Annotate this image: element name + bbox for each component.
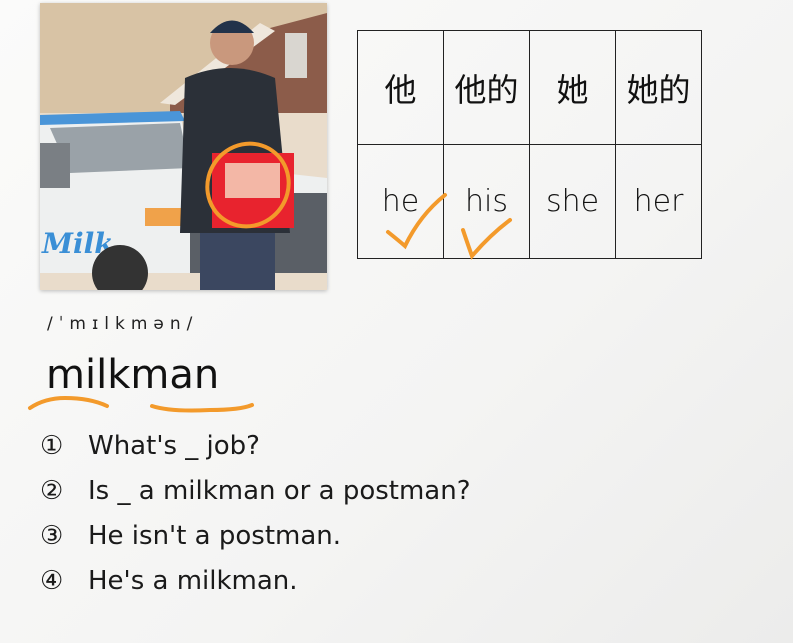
item-number: ②: [40, 476, 64, 506]
sentence-list: ① What's _ job? ② Is _ a milkman or a post…: [40, 424, 471, 604]
table-cell: 她: [529, 30, 616, 145]
table-cell: 他的: [443, 30, 530, 145]
list-item: ② Is _ a milkman or a postman?: [40, 469, 471, 514]
item-number: ③: [40, 521, 64, 551]
pronoun-table: 他 他的 她 她的 he his she her: [357, 30, 702, 259]
table-cell: 她的: [615, 30, 702, 145]
milkman-photo: Milk: [40, 3, 327, 290]
list-item: ④ He's a milkman.: [40, 559, 471, 604]
table-cell: her: [615, 144, 702, 259]
table-cell: 他: [357, 30, 444, 145]
chinese-row: 他 他的 她 她的: [357, 30, 702, 145]
table-cell: she: [529, 144, 616, 259]
item-number: ④: [40, 566, 64, 596]
sentence-text: He's a milkman.: [88, 566, 298, 596]
phonetic-transcription: /ˈmɪlkmən/: [47, 314, 199, 334]
sentence-text: What's _ job?: [88, 431, 260, 461]
item-number: ①: [40, 431, 64, 461]
english-row: he his she her: [357, 144, 702, 259]
vocabulary-word: milkman: [46, 352, 220, 398]
list-item: ③ He isn't a postman.: [40, 514, 471, 559]
sentence-text: He isn't a postman.: [88, 521, 342, 551]
sentence-text: Is _ a milkman or a postman?: [88, 476, 471, 506]
table-cell: he: [357, 144, 444, 259]
table-cell: his: [443, 144, 530, 259]
underline-annotation: [150, 403, 254, 413]
list-item: ① What's _ job?: [40, 424, 471, 469]
underline-annotation: [28, 395, 109, 410]
